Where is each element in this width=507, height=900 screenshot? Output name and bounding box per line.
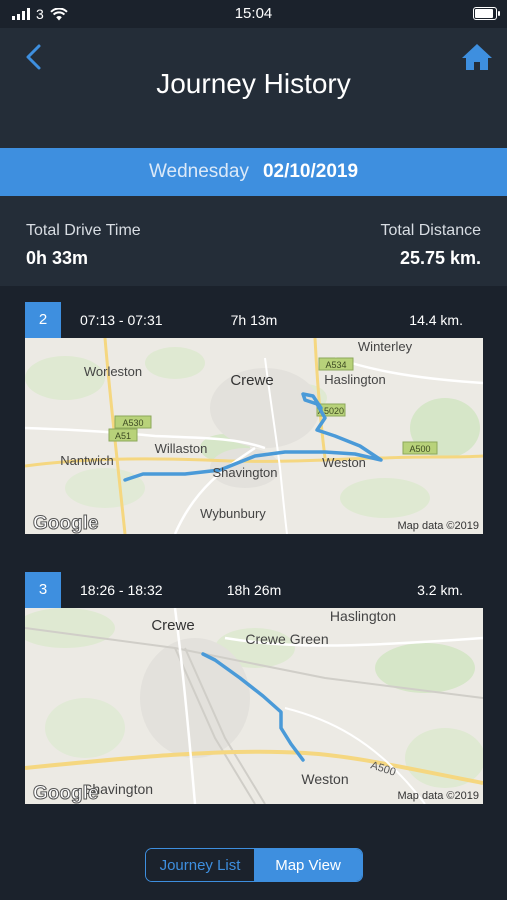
road-label: A500: [409, 444, 430, 454]
map-attribution: Map data ©2019: [398, 520, 480, 532]
home-icon[interactable]: [461, 42, 493, 72]
place-label: Shavington: [212, 465, 277, 480]
place-label: Crewe: [230, 372, 273, 389]
date-day: Wednesday: [148, 161, 249, 182]
battery-icon: [473, 7, 500, 20]
date-bar: Wednesday 02/10/2019: [0, 148, 507, 196]
journey-card[interactable]: 3 18:26 - 18:32 18h 26m 3.2 km. A500 Has…: [25, 572, 483, 804]
journey-header: 2 07:13 - 07:31 7h 13m 14.4 km.: [25, 302, 483, 338]
date-value: 02/10/2019: [262, 161, 359, 182]
journey-distance: 3.2 km.: [417, 582, 463, 598]
view-toggle: Journey List Map View: [145, 848, 363, 882]
place-label: Nantwich: [60, 453, 113, 468]
totals-panel: Total Drive Time 0h 33m Total Distance 2…: [0, 196, 507, 286]
journey-distance: 14.4 km.: [409, 312, 463, 328]
place-label: Weston: [322, 455, 366, 470]
total-drive-time-value: 0h 33m: [26, 248, 89, 268]
total-drive-time-label: Total Drive Time: [26, 222, 141, 239]
place-label: Haslington: [330, 608, 396, 624]
journey-card[interactable]: 2 07:13 - 07:31 7h 13m 14.4 km. A534 A50…: [25, 302, 483, 534]
status-bar: 3 15:04: [0, 0, 507, 28]
place-label: Wybunbury: [200, 506, 266, 521]
road-label: A534: [325, 360, 346, 370]
place-label: Winterley: [358, 339, 413, 354]
total-distance-value: 25.75 km.: [399, 248, 481, 268]
journey-map[interactable]: A534 A5020 A530 A51 A500 Winterley Worle…: [25, 338, 483, 534]
journey-duration: 18h 26m: [226, 582, 282, 598]
journey-list-tab[interactable]: Journey List: [146, 849, 254, 881]
journey-map[interactable]: A500 Haslington Crewe Crewe Green Weston…: [25, 608, 483, 804]
place-label: Crewe Green: [245, 631, 328, 647]
header: Journey History: [0, 28, 507, 148]
journey-header: 3 18:26 - 18:32 18h 26m 3.2 km.: [25, 572, 483, 608]
map-view-tab[interactable]: Map View: [254, 849, 362, 881]
place-label: Worleston: [84, 364, 142, 379]
place-label: Weston: [301, 771, 348, 787]
status-time: 15:04: [234, 5, 273, 22]
road-label: A530: [122, 418, 143, 428]
place-label: Willaston: [155, 441, 208, 456]
total-distance-label: Total Distance: [380, 222, 482, 239]
google-logo: Google: [33, 783, 98, 804]
page-title: Journey History: [156, 68, 351, 99]
google-logo: Google: [33, 513, 98, 534]
place-label: Crewe: [151, 617, 194, 634]
map-attribution: Map data ©2019: [398, 790, 480, 802]
place-label: Haslington: [324, 372, 385, 387]
road-label: A51: [115, 431, 131, 441]
